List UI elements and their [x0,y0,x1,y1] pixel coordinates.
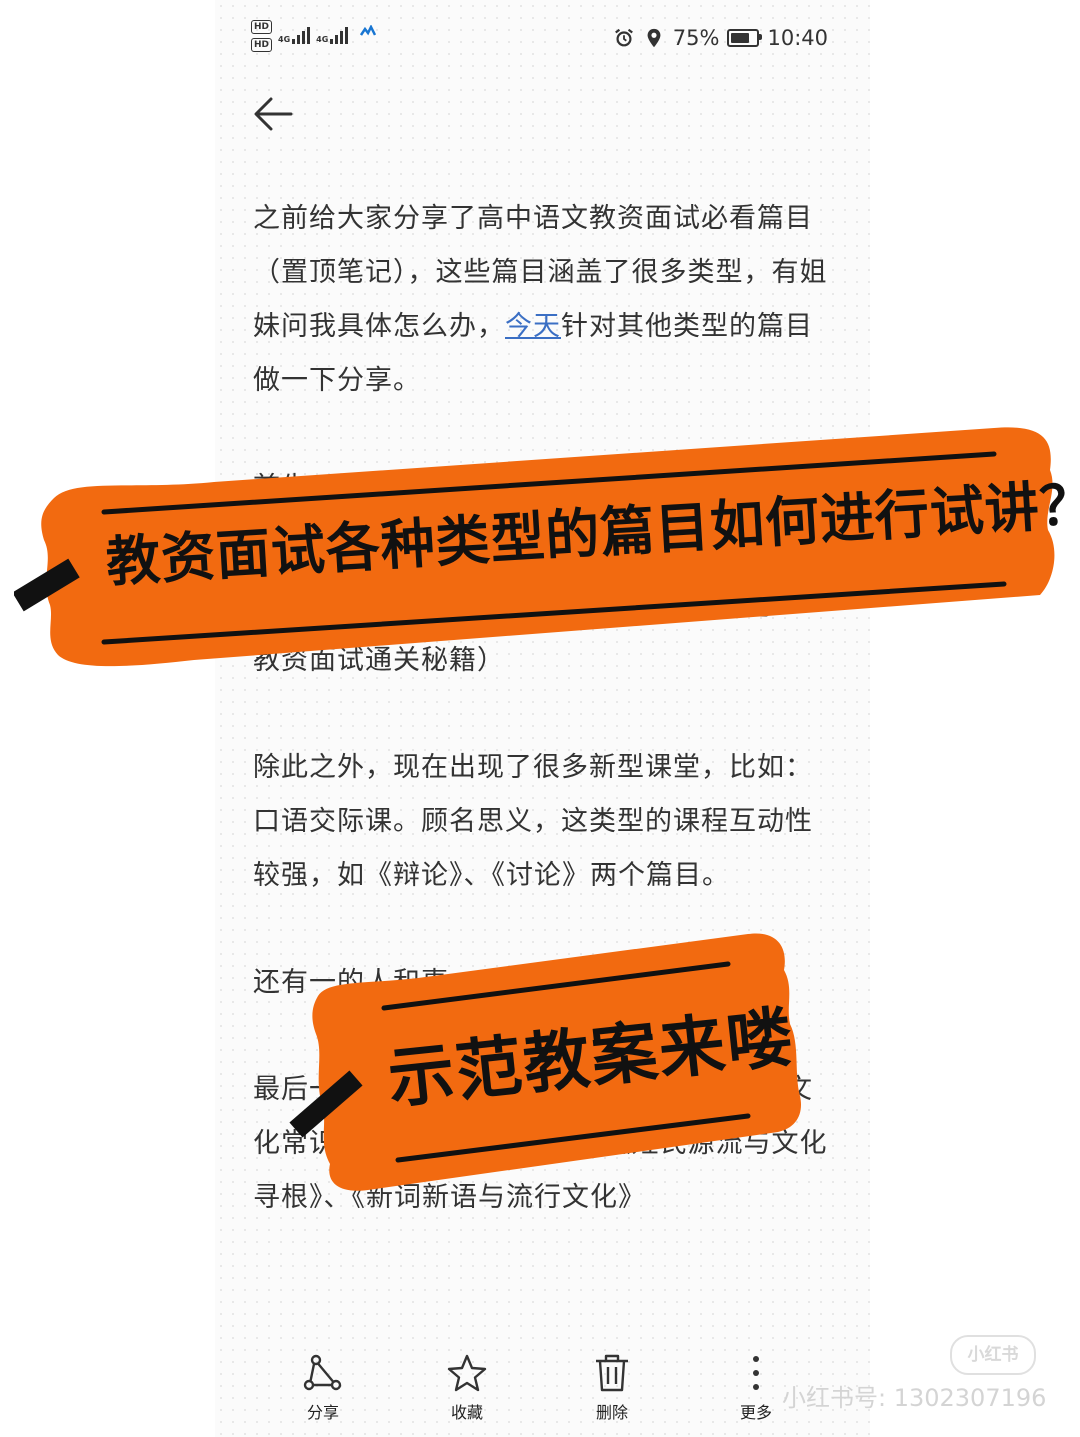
title-banner: 教资面试各种类型的篇目如何进行试讲？ [14,420,1080,675]
signal-bars [292,24,311,44]
watermark-id: 小红书号: 1302307196 [782,1384,1047,1412]
hd-badge: HD [251,20,273,34]
share-button[interactable]: 分享 [278,1353,368,1423]
star-icon [447,1354,487,1392]
hd-indicators: HD HD [251,20,273,52]
watermark-badge: 小红书 [950,1335,1036,1375]
share-label: 分享 [306,1403,339,1422]
status-bar-left: HD HD 4G 4G [251,20,377,52]
arrow-left-icon [254,97,293,131]
favorite-button[interactable]: 收藏 [422,1353,512,1423]
paragraph: 除此之外，现在出现了很多新型课堂，比如：口语交际课。顾名思义，这类型的课程互动性… [253,752,813,891]
status-bar-right: 75% 10:40 [613,26,828,50]
hd-badge: HD [251,38,273,52]
signal-icon: 4G [278,24,311,44]
bottom-toolbar: 分享 收藏 删除 更多 [215,1345,870,1437]
signal-icon: 4G [316,24,349,44]
network-type-label: 4G [278,35,291,44]
paragraph: 之前给大家分享了高中语文教资面试必看篇目（置顶笔记），这些篇目涵盖了很多类型，有… [253,192,833,408]
location-icon [647,28,661,48]
battery-icon [727,29,763,47]
battery-percent: 75% [672,26,720,50]
alarm-icon [614,28,633,47]
trash-icon [596,1354,628,1392]
network-type-label: 4G [316,35,329,44]
delete-label: 删除 [595,1403,628,1422]
status-bar: HD HD 4G 4G 75% 10:40 [215,14,870,62]
subtitle-banner: 示范教案来喽 [288,928,808,1198]
inline-link[interactable]: 今天 [505,311,561,342]
signal-bars [330,24,349,44]
back-button[interactable] [251,92,295,136]
data-activity-icon [360,22,377,41]
more-vertical-icon [753,1356,759,1390]
favorite-label: 收藏 [450,1403,483,1422]
phone-screen: HD HD 4G 4G 75% 10:40 之前给大家分享了高中语文教资面试必看… [215,0,870,1437]
delete-button[interactable]: 删除 [567,1353,657,1423]
battery-level [731,33,750,43]
clock: 10:40 [767,26,828,50]
share-icon [303,1354,342,1391]
